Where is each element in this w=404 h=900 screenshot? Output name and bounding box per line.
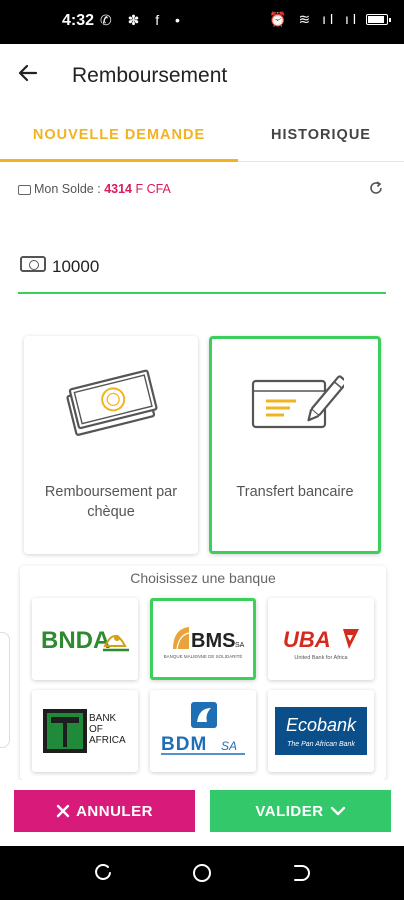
bank-tile-bnda[interactable]: BNDA bbox=[32, 598, 138, 680]
chevron-down-icon bbox=[330, 806, 345, 816]
notification-icons: ✆ ✽ f • bbox=[100, 12, 186, 28]
bank-tile-bms[interactable]: BMS SA BANQUE MALIENNE DE SOLIDARITÉ bbox=[150, 598, 256, 680]
action-bar: ANNULER VALIDER bbox=[0, 780, 404, 842]
ecobank-logo-tagline: The Pan African Bank bbox=[287, 741, 355, 748]
system-status-icons: ⏰ ≋ ıl ıl bbox=[269, 11, 391, 28]
method-transfer-card[interactable]: Transfert bancaire bbox=[209, 336, 381, 554]
cash-icon bbox=[20, 256, 46, 272]
bank-tile-bank-of-africa[interactable]: BANK OF AFRICA bbox=[32, 690, 138, 772]
cancel-button-label: ANNULER bbox=[76, 802, 153, 820]
balance-row: Mon Solde : 4314 F CFA bbox=[18, 180, 386, 204]
bms-logo-suffix: SA bbox=[235, 642, 245, 649]
bms-logo-tagline: BANQUE MALIENNE DE SOLIDARITÉ bbox=[164, 653, 243, 659]
validate-button-label: VALIDER bbox=[255, 802, 324, 820]
battery-icon bbox=[366, 14, 391, 25]
bank-tile-ecobank[interactable]: Ecobank The Pan African Bank bbox=[268, 690, 374, 772]
tab-nouvelle-demande[interactable]: NOUVELLE DEMANDE bbox=[0, 110, 238, 162]
bnda-logo-icon: BNDA bbox=[41, 627, 129, 654]
cheque-pen-icon bbox=[251, 375, 344, 429]
system-nav-bar bbox=[0, 846, 404, 900]
page-title: Remboursement bbox=[72, 64, 228, 87]
app-header: Remboursement bbox=[0, 44, 404, 110]
ecobank-logo-icon: Ecobank The Pan African Bank bbox=[275, 707, 367, 755]
method-cheque-label: Remboursement par chèque bbox=[44, 484, 178, 520]
method-transfer-label: Transfert bancaire bbox=[236, 484, 354, 500]
status-time: 4:32 bbox=[62, 12, 95, 29]
alarm-wifi-signal-icons: ⏰ ≋ ıl ıl bbox=[269, 11, 360, 27]
status-bar: 4:32 ✆ ✽ f • ⏰ ≋ ıl ıl bbox=[0, 0, 404, 44]
boa-logo-line3: AFRICA bbox=[89, 735, 126, 746]
uba-logo-text: UBA bbox=[283, 627, 331, 652]
home-icon[interactable] bbox=[191, 862, 213, 884]
bank-panel-title: Choisissez une banque bbox=[130, 570, 276, 586]
method-cheque-card[interactable]: Remboursement par chèque bbox=[24, 336, 198, 554]
bnda-logo-text: BNDA bbox=[41, 627, 110, 654]
boa-logo-line2: OF bbox=[89, 724, 103, 735]
balance-amount: 4314 bbox=[104, 182, 132, 196]
bdm-logo-suffix: SA bbox=[221, 739, 237, 753]
balance-label: Mon Solde : bbox=[34, 182, 105, 196]
bdm-logo-icon: BDM SA bbox=[161, 702, 245, 755]
amount-input[interactable] bbox=[52, 254, 372, 280]
bms-logo-text: BMS bbox=[191, 630, 235, 652]
ecobank-logo-text: Ecobank bbox=[286, 715, 357, 735]
bms-logo-icon: BMS SA BANQUE MALIENNE DE SOLIDARITÉ bbox=[164, 627, 245, 659]
tab-historique[interactable]: HISTORIQUE bbox=[238, 110, 404, 162]
banknote-icon bbox=[66, 369, 158, 436]
amount-field bbox=[18, 250, 386, 294]
bank-of-africa-logo-icon: BANK OF AFRICA bbox=[43, 709, 126, 753]
bank-tile-bdm[interactable]: BDM SA bbox=[150, 690, 256, 772]
validate-button[interactable]: VALIDER bbox=[210, 790, 391, 832]
bank-tile-uba[interactable]: UBA United Bank for Africa bbox=[268, 598, 374, 680]
boa-logo-line1: BANK bbox=[89, 713, 117, 724]
close-icon bbox=[56, 804, 70, 818]
bank-panel: Choisissez une banque BNDA BMS SA BANQUE… bbox=[20, 566, 386, 780]
recent-apps-icon[interactable] bbox=[93, 862, 115, 884]
tab-bar: NOUVELLE DEMANDE HISTORIQUE bbox=[0, 110, 404, 162]
arrow-left-icon bbox=[18, 64, 38, 82]
bdm-logo-text: BDM bbox=[161, 734, 207, 755]
back-button[interactable] bbox=[14, 62, 42, 90]
cancel-button[interactable]: ANNULER bbox=[14, 790, 195, 832]
uba-logo-icon: UBA United Bank for Africa bbox=[283, 627, 359, 661]
side-drawer-handle[interactable] bbox=[0, 632, 10, 748]
back-nav-icon[interactable] bbox=[290, 862, 312, 884]
balance-currency: F CFA bbox=[132, 182, 171, 196]
wallet-icon bbox=[18, 184, 31, 195]
refresh-icon[interactable] bbox=[368, 180, 384, 201]
uba-logo-tagline: United Bank for Africa bbox=[294, 655, 348, 661]
